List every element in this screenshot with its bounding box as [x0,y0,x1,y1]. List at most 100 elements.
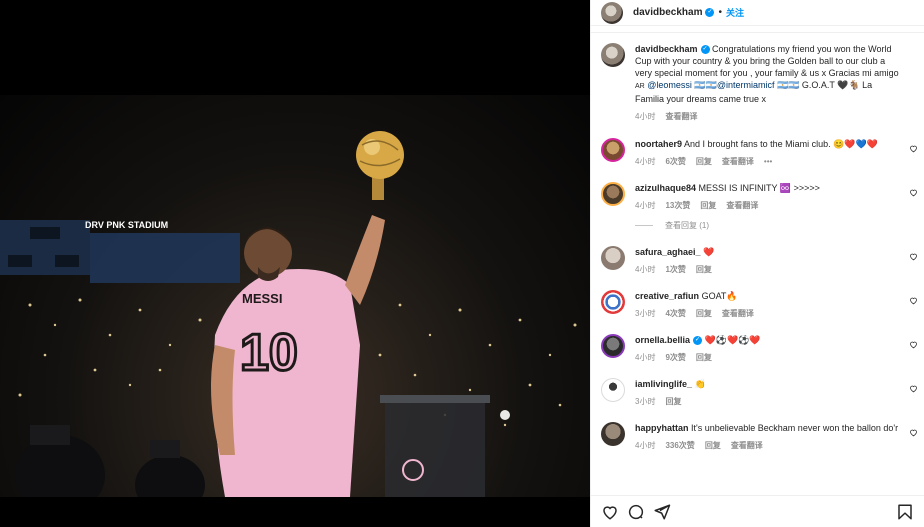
comment-time[interactable]: 4小时 [635,200,655,212]
post-photo[interactable]: DRV PNK STADIUM MESSI 10 [0,95,590,497]
comment-emoji: ♾️ >>>>> [779,183,820,193]
comment-text: And I brought fans to the Miami club. [684,139,831,149]
comment-emoji: ❤️⚽❤️⚽❤️ [704,335,761,345]
comments-list[interactable]: davidbeckham ✓ Congratulations my friend … [591,32,924,495]
stadium-screen [90,233,240,283]
caption-username[interactable]: davidbeckham [635,44,698,54]
heart-icon[interactable] [909,296,918,305]
comment-time[interactable]: 3小时 [635,396,655,408]
reply-button[interactable]: 回复 [696,308,712,320]
separator-dot: • [718,7,722,18]
post-media[interactable]: DRV PNK STADIUM MESSI 10 [0,0,590,527]
comment-meta: 4小时 1次赞 回复 [635,264,900,276]
avatar[interactable] [601,246,625,270]
comment-emoji: 🔥 [726,291,738,301]
verified-icon: ✓ [700,45,710,55]
avatar[interactable] [601,1,623,24]
comment-time[interactable]: 3小时 [635,308,655,320]
comment-emoji: 👏 [694,379,706,389]
see-translation-button[interactable]: 查看翻译 [722,156,754,168]
mention-intermiamicf[interactable]: @intermiamicf [717,80,775,90]
comment-item: azizulhaque84 MESSI IS INFINITY ♾️ >>>>>… [591,182,924,212]
comment-username[interactable]: azizulhaque84 [635,183,696,193]
reply-button[interactable]: 回复 [696,156,712,168]
avatar[interactable] [601,378,625,402]
comment-time[interactable]: 4小时 [635,264,655,276]
heart-icon[interactable] [909,252,918,261]
verified-icon: ✓ [705,8,715,17]
comment-meta: 3小时 4次赞 回复 查看翻译 [635,308,900,320]
comment-text: It's unbelievable Beckham never won the … [691,423,899,433]
comment-item: ornella.bellia ✓ ❤️⚽❤️⚽❤️ 4小时 9次赞 回复 [591,334,924,364]
comment-time[interactable]: 4小时 [635,440,655,452]
comment-username[interactable]: iamlivinglife_ [635,379,692,389]
reply-button[interactable]: 回复 [696,352,712,364]
see-translation-button[interactable]: 查看翻译 [722,308,754,320]
photo-illustration: DRV PNK STADIUM MESSI 10 [0,131,577,497]
post-header: davidbeckham ✓ • 关注 [591,0,924,26]
avatar[interactable] [601,290,625,314]
see-translation-button[interactable]: 查看翻译 [731,440,763,452]
header-username[interactable]: davidbeckham [633,7,702,18]
comment-item: iamlivinglife_ 👏 3小时 回复 [591,378,924,408]
follow-button[interactable]: 关注 [726,6,744,19]
shirt-name: MESSI [242,291,282,306]
comment-username[interactable]: happyhattan [635,423,689,433]
see-translation-button[interactable]: 查看翻译 [665,111,697,123]
comment-username[interactable]: ornella.bellia [635,335,690,345]
comment-likes[interactable]: 9次赞 [665,352,685,364]
verified-icon: ✓ [693,336,703,346]
heart-icon[interactable] [909,188,918,197]
reply-button[interactable]: 回复 [696,264,712,276]
comment-likes[interactable]: 4次赞 [665,308,685,320]
comment-emoji: ❤️ [703,247,715,257]
comment-meta: 4小时 336次赞 回复 查看翻译 [635,440,900,452]
comment-username[interactable]: safura_aghaei_ [635,247,701,257]
post-viewer: DRV PNK STADIUM MESSI 10 davidbeckham ✓ … [0,0,924,527]
podium [385,400,485,497]
caption-ar: AR [635,83,645,90]
avatar[interactable] [601,334,625,358]
comment-item: noortaher9 And I brought fans to the Mia… [591,138,924,168]
see-translation-button[interactable]: 查看翻译 [726,200,758,212]
view-replies-label[interactable]: 查看回复 (1) [665,220,709,231]
stadium-sign: DRV PNK STADIUM [85,220,168,230]
heart-icon[interactable] [909,384,918,393]
heart-icon[interactable] [601,503,619,521]
caption-time[interactable]: 4小时 [635,111,655,123]
replies-divider [635,225,653,226]
mention-leomessi[interactable]: @leomessi [647,80,692,90]
reply-button[interactable]: 回复 [700,200,716,212]
comment-icon[interactable] [627,503,645,521]
heart-icon[interactable] [909,144,918,153]
view-replies-button[interactable]: 查看回复 (1) [591,220,924,231]
share-icon[interactable] [653,503,671,521]
comment-username[interactable]: creative_rafiun [635,291,699,301]
comments-panel: davidbeckham ✓ • 关注 davidbeckham ✓ Congra… [590,0,924,527]
bookmark-icon[interactable] [896,503,914,521]
comment-likes[interactable]: 13次赞 [665,200,690,212]
comment-time[interactable]: 4小时 [635,156,655,168]
comment-likes[interactable]: 1次赞 [665,264,685,276]
comment-likes[interactable]: 6次赞 [665,156,685,168]
reply-button[interactable]: 回复 [665,396,681,408]
avatar[interactable] [601,182,625,206]
avatar[interactable] [601,138,625,162]
reply-button[interactable]: 回复 [705,440,721,452]
comment-time[interactable]: 4小时 [635,352,655,364]
golden-ball-trophy [356,131,404,200]
comment-username[interactable]: noortaher9 [635,139,682,149]
comment-likes[interactable]: 336次赞 [665,440,694,452]
heart-icon[interactable] [909,340,918,349]
caption-meta: 4小时 查看翻译 [635,111,900,123]
avatar[interactable] [601,43,625,67]
comment-emoji: 😊❤️💙❤️ [833,139,878,149]
comment-text: MESSI IS INFINITY [698,183,778,193]
comment-meta: 4小时 13次赞 回复 查看翻译 [635,200,900,212]
heart-icon[interactable] [909,428,918,437]
caption-flags: 🇦🇷🇦🇷 [694,80,717,90]
avatar[interactable] [601,422,625,446]
photographers [15,425,205,497]
more-icon[interactable]: ••• [764,156,772,168]
comment-meta: 3小时 回复 [635,396,900,408]
